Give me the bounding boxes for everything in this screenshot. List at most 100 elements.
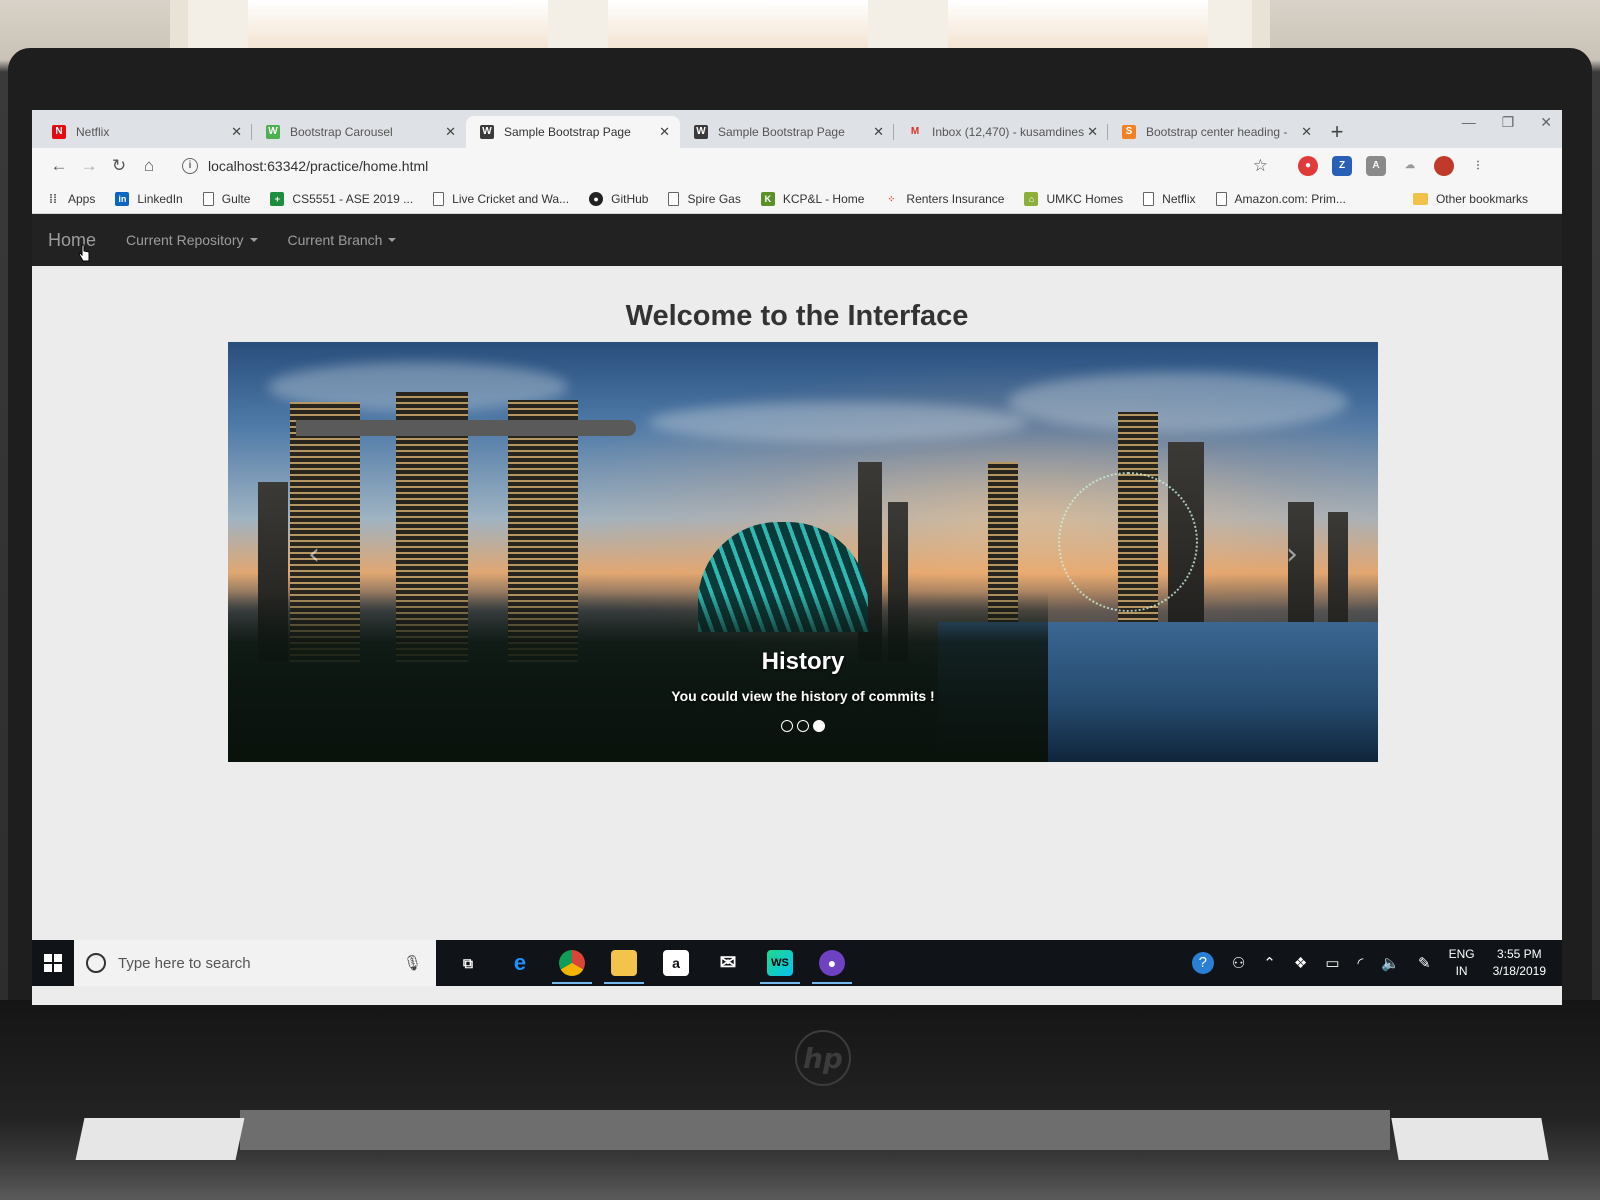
browser-tab[interactable]: W Sample Bootstrap Page ✕ [680, 116, 894, 148]
bookmark-label: Netflix [1162, 191, 1196, 206]
site-navbar: Home Current Repository Current Branch [32, 214, 1562, 266]
bookmark-star-icon[interactable]: ☆ [1253, 156, 1268, 176]
browser-tabstrip: N Netflix ✕ W Bootstrap Carousel ✕ W Sam… [32, 110, 1562, 148]
close-tab-icon[interactable]: ✕ [231, 124, 242, 140]
browser-tab[interactable]: M Inbox (12,470) - kusamdines ✕ [894, 116, 1108, 148]
webstorm-button[interactable]: WS [754, 940, 806, 986]
webstorm-icon: W [480, 125, 494, 139]
amazon-button[interactable]: a [650, 940, 702, 986]
carousel-caption: History You could view the history of co… [228, 342, 1378, 704]
close-tab-icon[interactable]: ✕ [873, 124, 884, 140]
restore-icon[interactable]: ❐ [1502, 114, 1515, 131]
people-icon[interactable]: ⚇ [1232, 954, 1245, 972]
webstorm-icon: WS [767, 950, 793, 976]
bookmark-item[interactable]: Netflix [1143, 191, 1196, 206]
carousel-indicators [228, 720, 1378, 732]
dropbox-icon[interactable]: ❖ [1294, 954, 1307, 972]
bookmark-label: Renters Insurance [906, 191, 1005, 206]
edge-button[interactable]: e [494, 940, 546, 986]
amazon-icon: a [663, 950, 689, 976]
close-tab-icon[interactable]: ✕ [445, 124, 456, 140]
start-button[interactable] [32, 940, 74, 986]
bookmark-item[interactable]: ⁘ Renters Insurance [884, 191, 1005, 206]
profile-avatar[interactable] [1434, 156, 1454, 176]
apps-grid-icon: ⁞⁞ [49, 191, 57, 206]
bookmark-item[interactable]: Amazon.com: Prim... [1215, 191, 1346, 206]
browser-tab[interactable]: S Bootstrap center heading - ✕ [1108, 116, 1322, 148]
netflix-icon: N [52, 125, 66, 139]
mail-icon: ✉ [719, 952, 737, 974]
bookmark-label: GitHub [611, 191, 649, 206]
bookmark-item[interactable]: in LinkedIn [115, 191, 183, 206]
forward-icon[interactable]: → [74, 156, 104, 176]
address-bar[interactable]: i localhost:63342/practice/home.html ☆ [174, 152, 1284, 180]
extension-icons: ● Z A ☁ ⋮ [1298, 156, 1488, 176]
current-repository-dropdown[interactable]: Current Repository [126, 232, 258, 248]
minimize-icon[interactable]: — [1462, 114, 1476, 131]
zotero-icon[interactable]: Z [1332, 156, 1352, 176]
help-icon[interactable]: ? [1191, 952, 1214, 974]
new-tab-button[interactable]: + [1322, 116, 1352, 148]
w3schools-icon: W [266, 125, 280, 139]
close-tab-icon[interactable]: ✕ [1301, 124, 1312, 140]
bookmark-item[interactable]: K KCP&L - Home [760, 191, 864, 206]
taskbar-search[interactable]: Type here to search 🎙 [74, 940, 436, 986]
volume-icon[interactable]: 🔈 [1381, 954, 1400, 972]
carousel-indicator[interactable] [781, 720, 793, 732]
file-explorer-button[interactable] [598, 940, 650, 986]
sheets-icon: + [270, 191, 285, 206]
close-tab-icon[interactable]: ✕ [1087, 124, 1098, 140]
github-icon: ● [589, 191, 604, 206]
close-window-icon[interactable]: ✕ [1540, 114, 1552, 131]
page-title: Welcome to the Interface [625, 300, 969, 332]
current-branch-dropdown[interactable]: Current Branch [288, 232, 397, 248]
bookmark-label: UMKC Homes [1046, 191, 1124, 206]
back-icon[interactable]: ← [44, 156, 74, 176]
cloud-icon[interactable]: ☁ [1400, 156, 1420, 176]
bookmark-item[interactable]: Spire Gas [668, 191, 741, 206]
microphone-icon[interactable]: 🎙 [403, 954, 422, 972]
reload-icon[interactable]: ↻ [104, 156, 134, 176]
pen-icon[interactable]: ✎ [1418, 954, 1431, 972]
laptop-base [0, 1000, 1600, 1200]
adblock-icon[interactable]: ● [1298, 156, 1318, 176]
github-desktop-button[interactable]: ● [806, 940, 858, 986]
home-icon[interactable]: ⌂ [134, 156, 164, 176]
task-view-button[interactable]: ⧉ [442, 940, 494, 986]
bookmark-item[interactable]: + CS5551 - ASE 2019 ... [270, 191, 414, 206]
other-bookmarks[interactable]: Other bookmarks [1412, 192, 1528, 206]
linkedin-icon: in [115, 191, 130, 206]
caret-down-icon [249, 238, 258, 242]
image-carousel[interactable]: ‹ › History You could view the history o… [228, 342, 1378, 762]
bookmark-label: CS5551 - ASE 2019 ... [292, 191, 414, 206]
menu-kebab-icon[interactable]: ⋮ [1468, 156, 1488, 176]
bookmark-item[interactable]: ● GitHub [589, 191, 649, 206]
close-tab-icon[interactable]: ✕ [659, 124, 670, 140]
task-view-icon: ⧉ [463, 955, 473, 971]
browser-tab-active[interactable]: W Sample Bootstrap Page ✕ [466, 116, 680, 148]
pdf-icon[interactable]: A [1366, 156, 1386, 176]
bookmark-item[interactable]: Live Cricket and Wa... [433, 191, 569, 206]
language-indicator[interactable]: ENG IN [1449, 946, 1475, 980]
chevron-up-icon[interactable]: ⌃ [1263, 954, 1276, 972]
tab-label: Bootstrap center heading - [1146, 125, 1288, 139]
browser-tab[interactable]: W Bootstrap Carousel ✕ [252, 116, 466, 148]
carousel-indicator-active[interactable] [813, 720, 825, 732]
bookmark-item[interactable]: ⌂ UMKC Homes [1024, 191, 1124, 206]
battery-icon[interactable]: ▭ [1325, 954, 1339, 972]
wifi-icon[interactable]: ◜ [1358, 954, 1364, 972]
chrome-icon [559, 950, 585, 976]
chrome-button[interactable] [546, 940, 598, 986]
clock[interactable]: 3:55 PM 3/18/2019 [1493, 946, 1546, 980]
page-icon [433, 191, 445, 206]
hinge-cover-left [75, 1118, 245, 1160]
browser-tab[interactable]: N Netflix ✕ [38, 116, 252, 148]
site-info-icon[interactable]: i [182, 158, 198, 174]
carousel-indicator[interactable] [797, 720, 809, 732]
mail-button[interactable]: ✉ [702, 940, 754, 986]
screen: N Netflix ✕ W Bootstrap Carousel ✕ W Sam… [32, 110, 1562, 1005]
stackoverflow-icon: S [1122, 125, 1136, 139]
bookmark-apps[interactable]: ⁞⁞ Apps [46, 192, 95, 206]
laptop-hinge [240, 1110, 1390, 1150]
bookmark-item[interactable]: Gulte [202, 191, 250, 206]
